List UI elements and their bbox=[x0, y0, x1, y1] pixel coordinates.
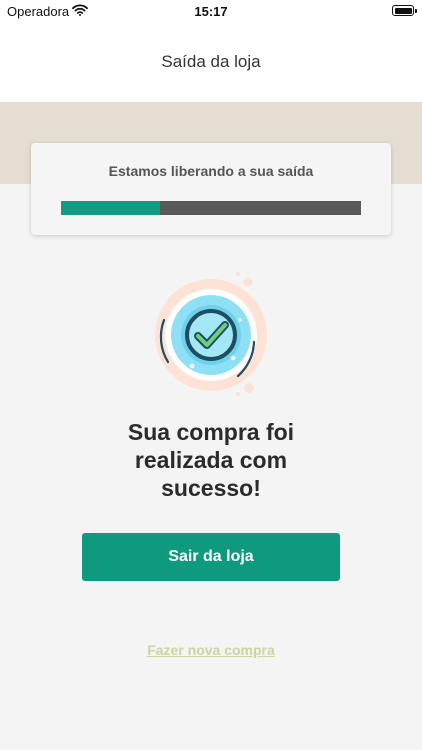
success-message-line: realizada com bbox=[134, 447, 288, 473]
battery-icon bbox=[392, 5, 417, 16]
status-time: 15:17 bbox=[194, 4, 228, 19]
exit-store-button[interactable]: Sair da loja bbox=[82, 533, 340, 581]
status-bar: Operadora 15:17 bbox=[0, 0, 422, 24]
navigation-bar: Saída da loja bbox=[0, 24, 422, 102]
success-message-line: Sua compra foi bbox=[127, 419, 295, 445]
exit-progress-card: Estamos liberando a sua saída bbox=[31, 143, 391, 235]
check-circle-icon bbox=[150, 270, 272, 402]
progress-fill bbox=[61, 201, 160, 215]
success-message-line: sucesso! bbox=[161, 475, 261, 501]
success-message: Sua compra foi realizada com sucesso! bbox=[0, 418, 422, 502]
new-purchase-link[interactable]: Fazer nova compra bbox=[0, 642, 422, 658]
progress-label: Estamos liberando a sua saída bbox=[108, 163, 314, 179]
progress-track bbox=[61, 201, 361, 215]
page-title: Saída da loja bbox=[161, 52, 261, 71]
